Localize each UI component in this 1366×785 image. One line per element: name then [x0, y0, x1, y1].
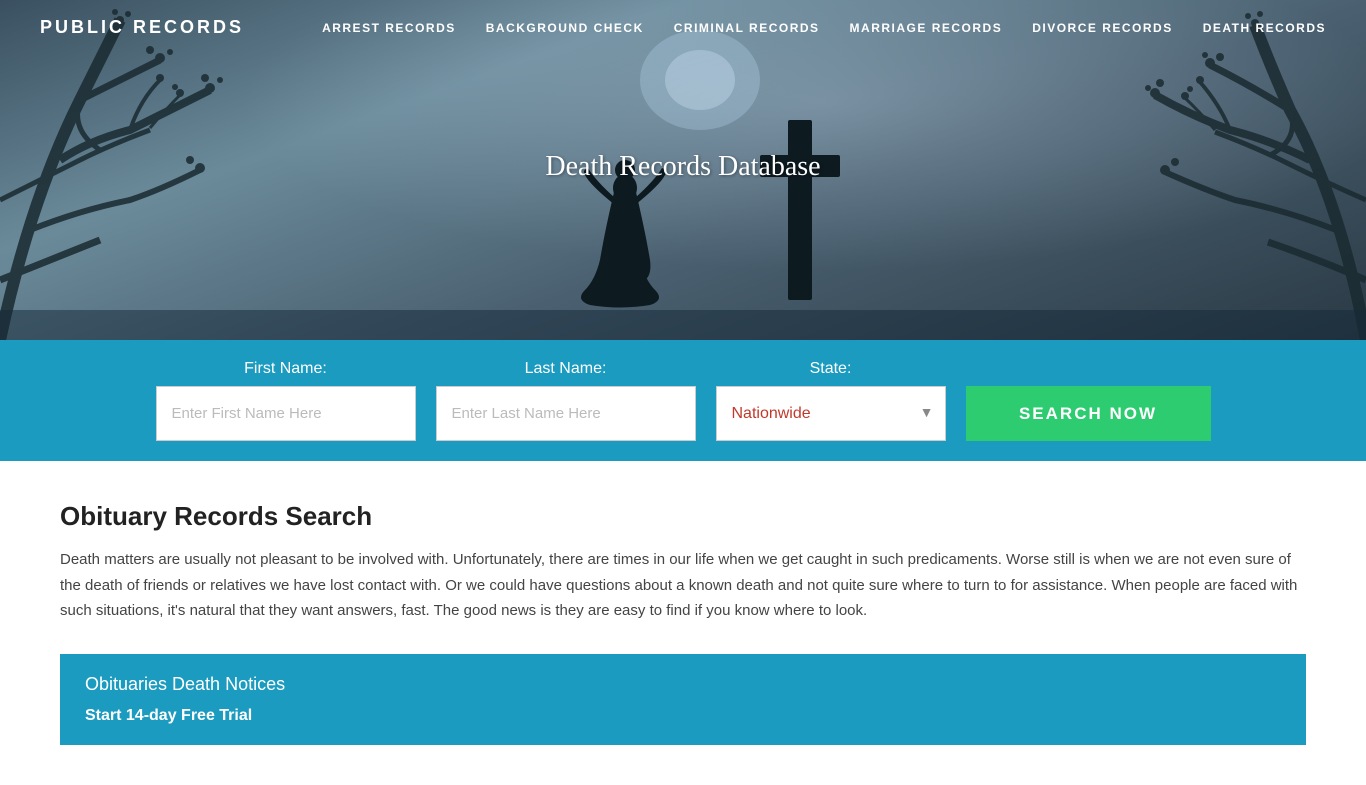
main-content: Obituary Records Search Death matters ar…	[0, 461, 1366, 785]
nav-divorce-records[interactable]: DIVORCE RECORDS	[1032, 21, 1173, 35]
state-select[interactable]: Nationwide Alabama Alaska Arizona Arkans…	[716, 386, 946, 441]
state-select-wrapper: Nationwide Alabama Alaska Arizona Arkans…	[716, 386, 946, 441]
search-bar: First Name: Last Name: State: Nationwide…	[0, 340, 1366, 461]
last-name-input[interactable]	[436, 386, 696, 441]
nav-background-check[interactable]: BACKGROUND CHECK	[486, 21, 644, 35]
section-title: Obituary Records Search	[60, 501, 1306, 532]
navbar: PUBLIC RECORDS ARREST RECORDS BACKGROUND…	[0, 0, 1366, 55]
nav-marriage-records[interactable]: MARRIAGE RECORDS	[850, 21, 1003, 35]
state-label: State:	[716, 360, 946, 378]
nav-links: ARREST RECORDS BACKGROUND CHECK CRIMINAL…	[322, 19, 1326, 37]
nav-criminal-records[interactable]: CRIMINAL RECORDS	[674, 21, 820, 35]
first-name-input[interactable]	[156, 386, 416, 441]
nav-death-records[interactable]: DEATH RECORDS	[1203, 21, 1326, 35]
section-description: Death matters are usually not pleasant t…	[60, 547, 1306, 624]
info-box: Obituaries Death Notices Start 14-day Fr…	[60, 654, 1306, 745]
hero-title: Death Records Database	[545, 151, 820, 183]
state-field: State: Nationwide Alabama Alaska Arizona…	[716, 360, 946, 441]
last-name-field: Last Name:	[436, 360, 696, 441]
first-name-field: First Name:	[156, 360, 416, 441]
nav-arrest-records[interactable]: ARREST RECORDS	[322, 21, 456, 35]
info-box-subtitle: Start 14-day Free Trial	[85, 707, 1281, 725]
info-box-title: Obituaries Death Notices	[85, 674, 1281, 695]
search-now-button[interactable]: SEARCH NOW	[966, 386, 1211, 441]
first-name-label: First Name:	[156, 360, 416, 378]
site-brand[interactable]: PUBLIC RECORDS	[40, 17, 244, 38]
last-name-label: Last Name:	[436, 360, 696, 378]
